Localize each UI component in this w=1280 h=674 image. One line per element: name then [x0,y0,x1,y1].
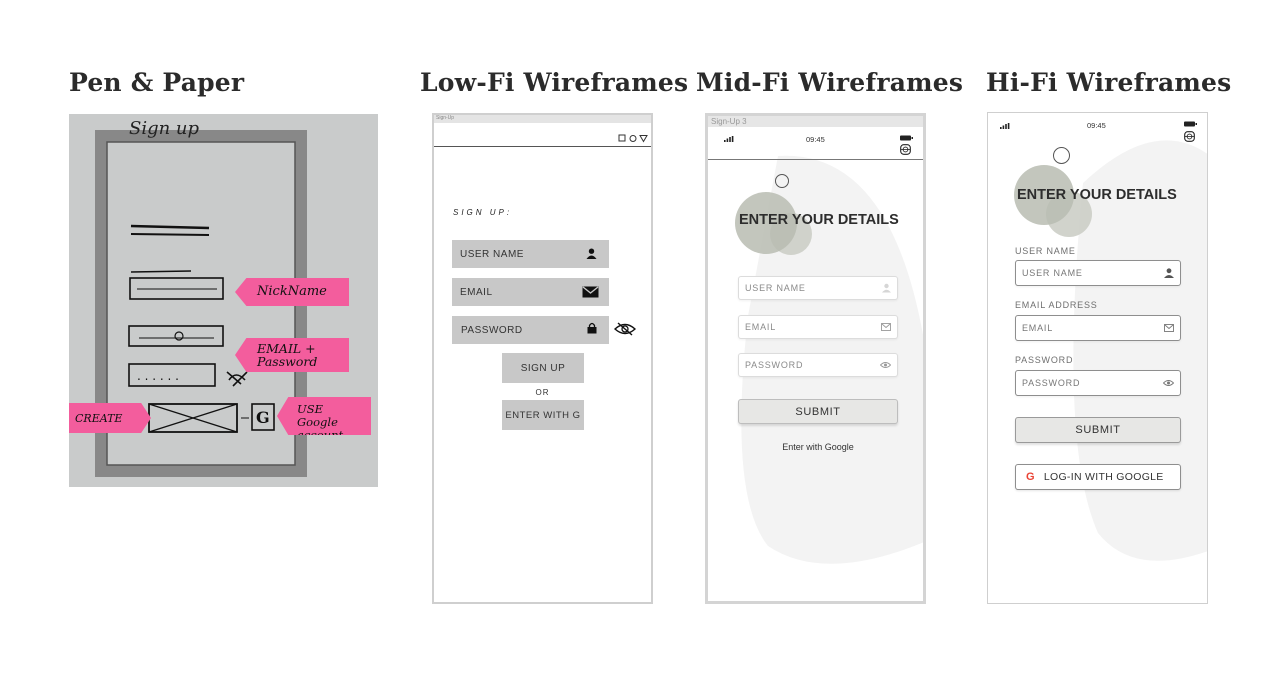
lofi-caption: Sign-Up [436,115,455,121]
midfi-username-placeholder: USER NAME [745,283,806,293]
eye-icon[interactable] [1163,380,1174,387]
signal-icon [724,136,734,142]
midfi-username-input[interactable]: USER NAME [738,276,898,300]
paper-sketch: . . . . . . Sign up G NickName EMAIL + P… [69,114,378,487]
midfi-email-placeholder: EMAIL [745,322,777,332]
hifi-username-placeholder: USER NAME [1022,268,1083,278]
battery-icon [900,135,913,141]
hifi-password-label: PASSWORD [1015,355,1074,365]
lofi-title: SIGN UP: [453,208,513,217]
svg-text:. . . . . .: . . . . . . [137,369,179,383]
lofi-header-line [434,146,651,147]
midfi-frame: Sign-Up 3 09:45 ENTER YOUR DETAILS USER … [705,113,926,604]
lofi-caption-bar [434,115,651,123]
lofi-enter-with-google-button[interactable]: ENTER WITH G [502,400,584,430]
midfi-caption: Sign-Up 3 [711,117,747,126]
hifi-email-placeholder: EMAIL [1022,323,1054,333]
sketch-google-letter: G [256,408,270,427]
hifi-username-input[interactable]: USER NAME [1015,260,1181,286]
mail-icon [881,323,891,331]
midfi-google-link[interactable]: Enter with Google [708,442,923,452]
mail-icon [1164,324,1174,332]
hifi-username-label: USER NAME [1015,246,1076,256]
hifi-heading: ENTER YOUR DETAILS [1017,187,1177,203]
hifi-time: 09:45 [1087,121,1106,130]
user-icon [882,283,891,293]
battery-icon [1184,121,1197,127]
title-hifi: Hi-Fi Wireframes [986,68,1232,97]
midfi-password-input[interactable]: PASSWORD [738,353,898,377]
hifi-email-input[interactable]: EMAIL [1015,315,1181,341]
globe-icon[interactable] [1184,131,1195,142]
hifi-small-circle [1053,147,1070,164]
lock-icon [587,322,597,334]
mail-icon [582,286,599,298]
sticky-use-google: USE Google account [277,397,371,435]
sketch-title: Sign up [129,118,200,139]
lofi-email-field[interactable]: EMAIL [452,278,609,306]
lofi-or-label: OR [535,388,550,397]
hifi-password-input[interactable]: PASSWORD [1015,370,1181,396]
midfi-password-placeholder: PASSWORD [745,360,804,370]
sticky-email-password: EMAIL + Password [235,338,349,372]
globe-icon[interactable] [900,144,911,155]
midfi-small-circle [775,174,789,188]
android-nav-icons [618,134,648,143]
midfi-header-line [708,159,923,160]
lofi-username-label: USER NAME [460,248,524,260]
sticky-nickname: NickName [235,278,349,306]
midfi-heading: ENTER YOUR DETAILS [739,212,899,228]
lofi-email-label: EMAIL [460,286,493,298]
hifi-password-placeholder: PASSWORD [1022,378,1081,388]
lofi-username-field[interactable]: USER NAME [452,240,609,268]
google-g-icon: G [1026,471,1035,483]
hifi-frame: 09:45 ENTER YOUR DETAILS USER NAME USER … [987,112,1208,604]
user-icon [586,248,597,259]
hifi-email-label: EMAIL ADDRESS [1015,300,1098,310]
lofi-password-field[interactable]: PASSWORD [452,316,609,344]
midfi-submit-button[interactable]: SUBMIT [738,399,898,424]
title-pen-paper: Pen & Paper [69,68,245,97]
midfi-email-input[interactable]: EMAIL [738,315,898,339]
hifi-google-label: LOG-IN WITH GOOGLE [1043,471,1164,483]
user-icon [1164,268,1174,278]
title-midfi: Mid-Fi Wireframes [696,68,964,97]
hifi-submit-button[interactable]: SUBMIT [1015,417,1181,443]
eye-icon[interactable] [880,362,891,369]
title-lofi: Low-Fi Wireframes [420,68,689,97]
sticky-create: CREATE [69,403,151,433]
hifi-google-login-button[interactable]: G LOG-IN WITH GOOGLE [1015,464,1181,490]
eye-off-icon[interactable] [614,322,636,336]
midfi-time: 09:45 [806,135,825,144]
signal-icon [1000,123,1010,129]
lofi-frame: Sign-Up SIGN UP: USER NAME EMAIL PASSWOR… [432,113,653,604]
lofi-password-label: PASSWORD [461,324,523,336]
lofi-signup-button[interactable]: SIGN UP [502,353,584,383]
